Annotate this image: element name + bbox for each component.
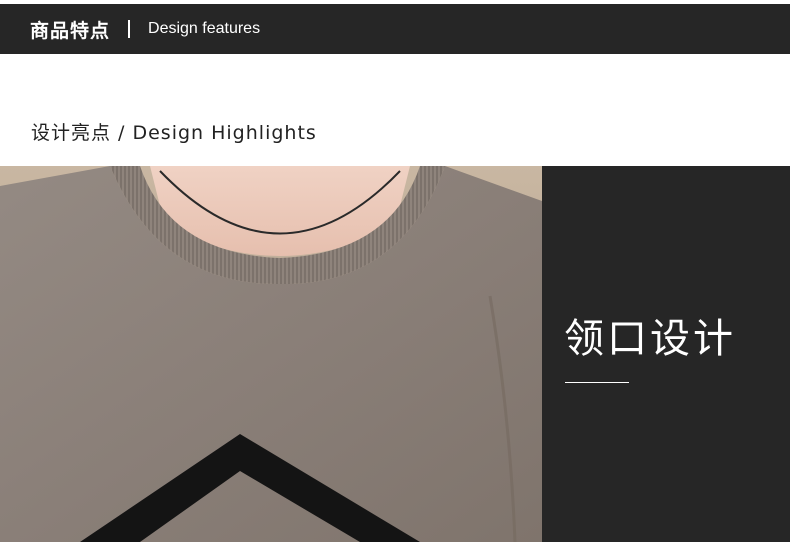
product-photo xyxy=(0,166,542,542)
header-title-cn: 商品特点 xyxy=(30,19,111,42)
section-subtitle: 设计亮点 / Design Highlights xyxy=(31,122,317,144)
feature-title: 领口设计 xyxy=(564,316,736,362)
feature-panel: 领口设计 xyxy=(542,166,790,542)
header-title-en: Design features xyxy=(148,20,261,37)
feature-underline xyxy=(565,382,629,383)
header-separator xyxy=(128,20,131,38)
bottom-margin xyxy=(0,542,790,549)
header-bar: 商品特点 Design features xyxy=(0,4,790,54)
